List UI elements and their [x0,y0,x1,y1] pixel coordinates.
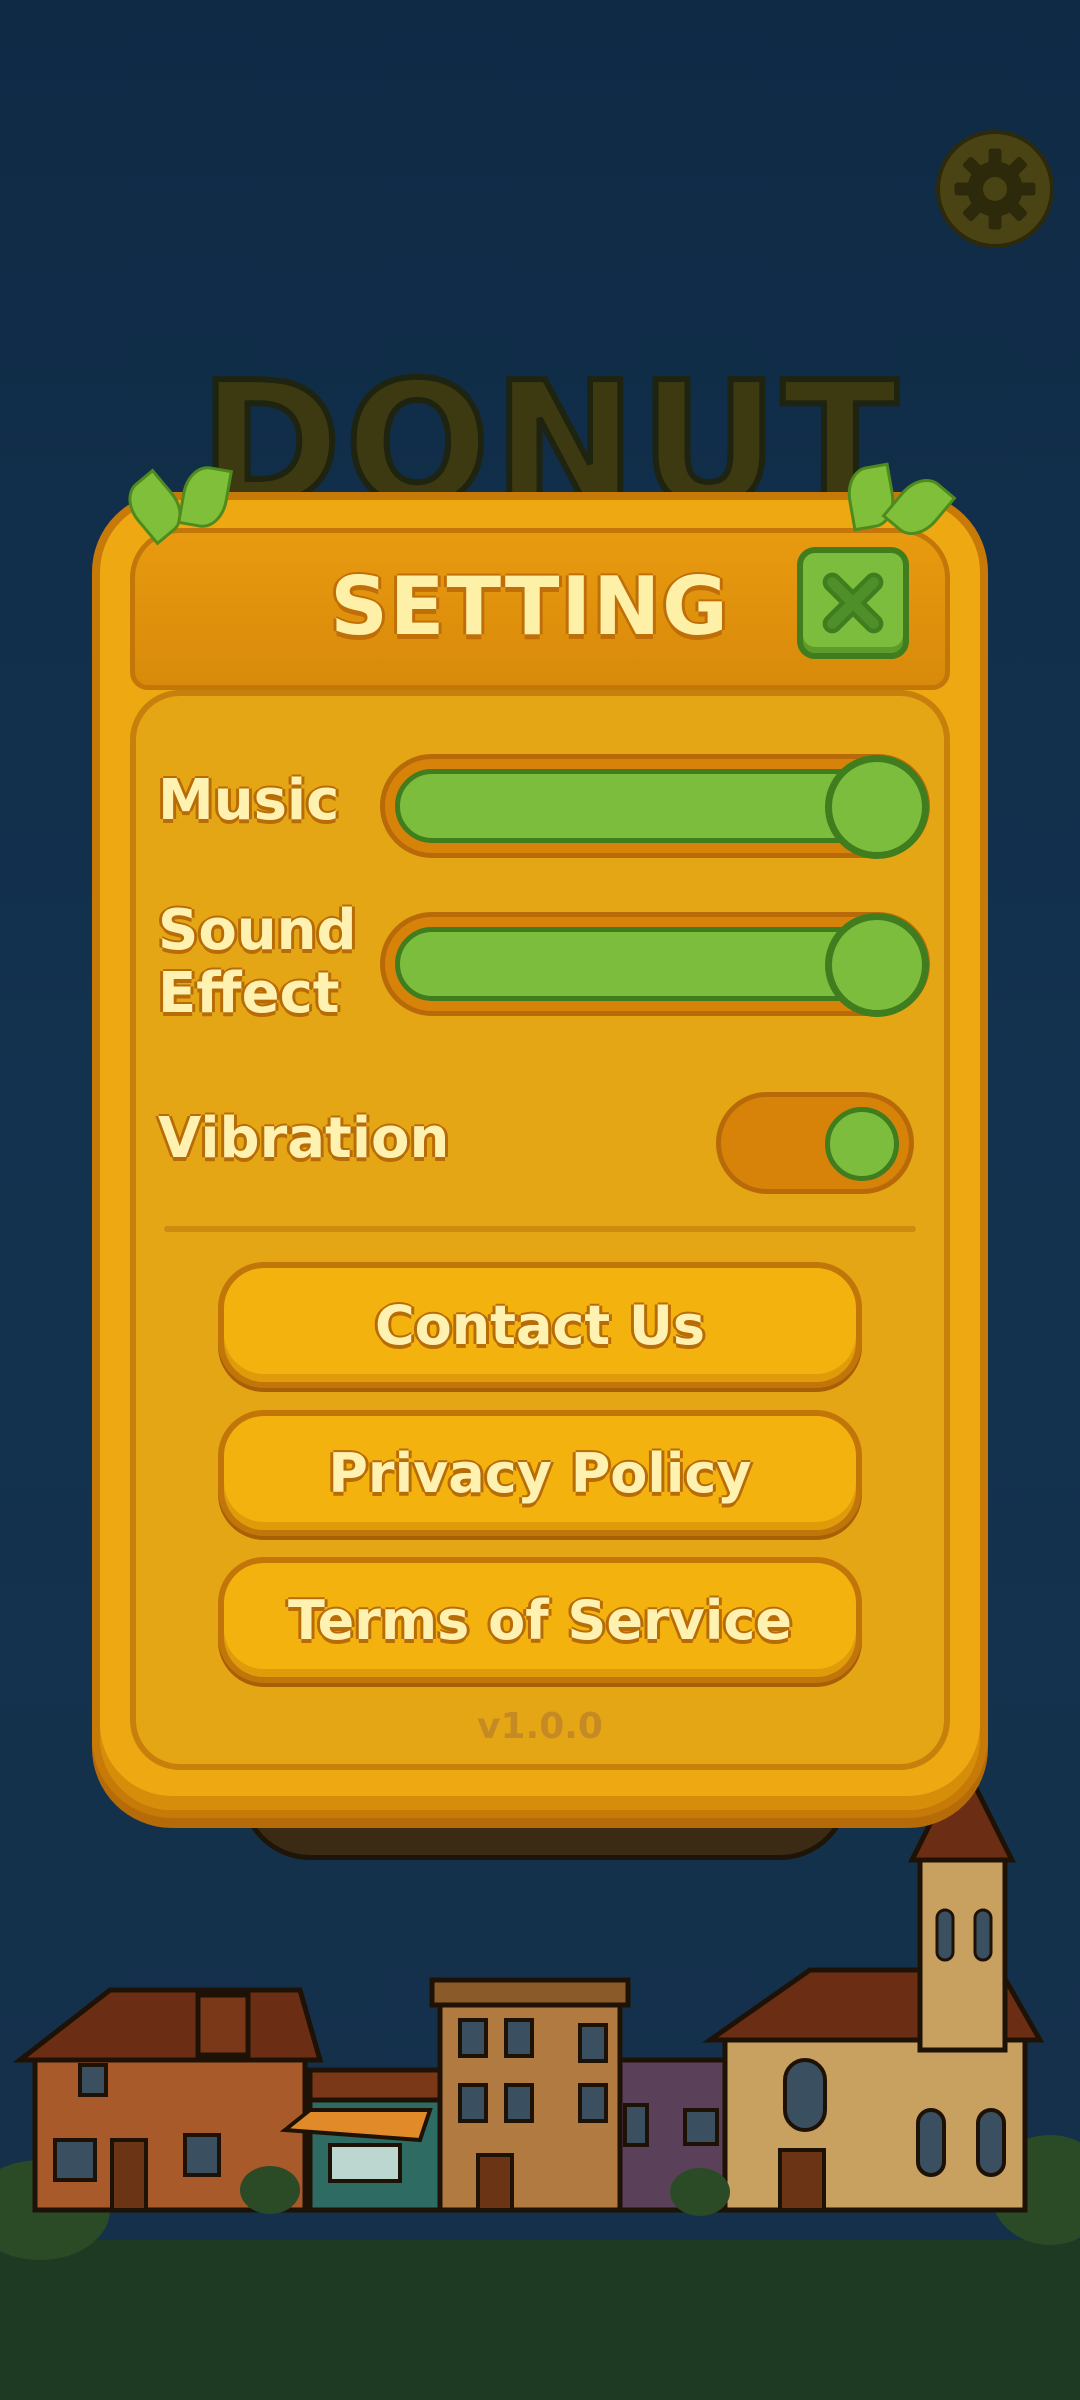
settings-gear-button[interactable] [936,130,1054,248]
music-slider[interactable] [380,754,930,859]
close-button[interactable] [797,547,909,659]
close-x-icon [822,572,884,634]
divider [164,1226,916,1232]
gear-icon [954,148,1036,230]
vibration-toggle-knob [825,1107,899,1181]
sound-effect-label-line1: Sound [158,898,357,963]
sound-effect-slider-knob[interactable] [825,913,929,1017]
vibration-toggle[interactable] [716,1092,914,1194]
sound-effect-slider-fill [395,927,875,1001]
sound-effect-label-line2: Effect [158,960,340,1026]
music-label: Music [158,768,340,833]
sound-effect-label: Sound Effect [158,898,357,1026]
vibration-label: Vibration [158,1106,450,1171]
sound-effect-slider[interactable] [380,912,930,1017]
contact-us-button[interactable]: Contact Us [218,1262,862,1388]
privacy-policy-label: Privacy Policy [328,1441,752,1505]
dialog-title: SETTING [330,560,730,653]
terms-of-service-button[interactable]: Terms of Service [218,1557,862,1683]
music-slider-knob[interactable] [825,755,929,859]
privacy-policy-button[interactable]: Privacy Policy [218,1410,862,1536]
terms-of-service-label: Terms of Service [287,1588,792,1652]
version-text: v1.0.0 [477,1706,603,1747]
contact-us-label: Contact Us [374,1293,706,1357]
music-slider-fill [395,769,875,843]
